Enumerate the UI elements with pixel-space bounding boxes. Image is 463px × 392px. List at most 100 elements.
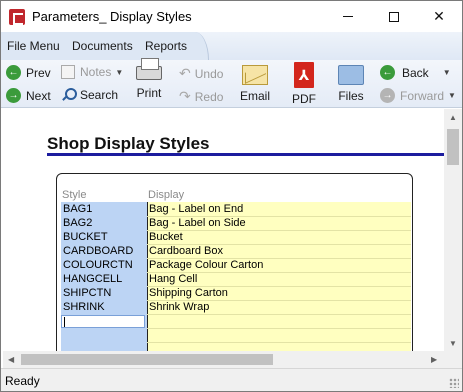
new-style-input[interactable] [61,315,145,328]
search-button[interactable]: Search [61,88,118,102]
resize-grip-icon[interactable] [449,378,459,388]
close-icon: ✕ [433,8,445,24]
horizontal-scroll-thumb[interactable] [21,354,273,365]
undo-label: Undo [194,66,224,81]
table-row[interactable]: SHIPCTN Shipping Carton [61,287,411,301]
report-view[interactable]: Shop Display Styles Style Display BAG1 Ba… [3,109,444,351]
undo-button[interactable]: ↶ Undo [179,65,223,82]
style-cell[interactable]: BAG2 [63,217,147,229]
back-label: Back [402,65,429,80]
style-column-header: Style [62,189,87,201]
row-separator [147,216,411,217]
display-cell[interactable]: Shipping Carton [149,287,409,299]
menu-documents[interactable]: Documents [72,39,133,53]
table-row[interactable]: BAG2 Bag - Label on Side [61,217,411,231]
redo-label: Redo [194,89,224,104]
scroll-corner [444,351,462,368]
title-underline [47,153,444,156]
toolbar: ← Prev → Next Notes ▼ Search Print ↶ Und… [1,58,462,108]
search-icon [61,88,77,102]
notes-button[interactable]: Notes ▼ [61,65,123,79]
app-window: Parameters_ Display Styles ✕ File Menu D… [0,0,463,392]
pdf-label: PDF [292,92,316,106]
row-separator [147,342,411,343]
display-column-header: Display [148,189,185,201]
display-cell[interactable]: Hang Cell [149,273,409,285]
printer-icon [136,58,162,80]
vertical-scrollbar[interactable]: ▲ ▼ [444,109,462,351]
email-label: Email [240,89,271,103]
print-label: Print [136,86,162,100]
window-title: Parameters_ Display Styles [32,9,192,24]
horizontal-scrollbar[interactable]: ◀ ▶ [3,351,444,368]
style-cell[interactable]: COLOURCTN [63,259,147,271]
maximize-button[interactable] [371,1,417,32]
display-cell[interactable]: Shrink Wrap [149,301,409,313]
minimize-button[interactable] [325,1,371,32]
row-separator [147,314,411,315]
notes-icon [61,65,75,79]
undo-icon: ↶ [179,65,191,81]
display-cell[interactable]: Bag - Label on End [149,203,409,215]
pdf-button[interactable]: ⅄ PDF [292,62,316,106]
forward-button[interactable]: → Forward ▼ [380,88,456,103]
table-row[interactable]: BUCKET Bucket [61,231,411,245]
chevron-down-icon: ▼ [115,67,124,77]
prev-label: Prev [26,65,51,80]
vertical-scroll-thumb[interactable] [447,129,459,165]
next-label: Next [26,88,51,103]
back-chevron-icon: ▼ [442,68,451,77]
row-separator [147,230,411,231]
table-row[interactable]: HANGCELL Hang Cell [61,273,411,287]
style-cell[interactable]: CARDBOARD [63,245,147,257]
style-cell[interactable]: HANGCELL [63,273,147,285]
menu-bar: File Menu Documents Reports [1,32,462,60]
scroll-left-icon[interactable]: ◀ [8,355,14,364]
search-label: Search [80,88,119,102]
status-bar: Ready [1,368,462,391]
report-title: Shop Display Styles [47,134,210,153]
display-cell[interactable]: Package Colour Carton [149,259,409,271]
files-button[interactable]: Files [338,62,364,103]
minimize-icon [343,16,353,17]
table-row[interactable]: COLOURCTN Package Colour Carton [61,259,411,273]
text-caret [64,317,65,327]
table-row[interactable]: CARDBOARD Cardboard Box [61,245,411,259]
scroll-down-icon[interactable]: ▼ [449,339,457,348]
row-separator [147,328,411,329]
files-label: Files [338,89,364,103]
scroll-up-icon[interactable]: ▲ [449,113,457,122]
style-cell[interactable]: SHIPCTN [63,287,147,299]
pdf-icon: ⅄ [294,62,314,88]
maximize-icon [389,11,399,22]
display-cell[interactable]: Cardboard Box [149,245,409,257]
table-row[interactable]: BAG1 Bag - Label on End [61,203,411,217]
next-button[interactable]: → Next [6,88,51,103]
style-cell[interactable]: BAG1 [63,203,147,215]
redo-button[interactable]: ↷ Redo [179,88,223,105]
style-cell[interactable]: BUCKET [63,231,147,243]
display-cell[interactable]: Bag - Label on Side [149,217,409,229]
back-arrow-icon: ← [380,65,395,80]
row-separator [147,258,411,259]
style-cell[interactable]: SHRINK [63,301,147,313]
row-separator [147,244,411,245]
folder-icon [338,65,364,85]
arrow-right-icon: → [6,88,21,103]
display-cell[interactable]: Bucket [149,231,409,243]
display-styles-table: Style Display BAG1 Bag - Label on End BAG2… [56,173,413,351]
close-button[interactable]: ✕ [416,1,462,32]
scroll-right-icon[interactable]: ▶ [431,355,437,364]
title-bar: Parameters_ Display Styles ✕ [1,1,462,32]
print-button[interactable]: Print [136,58,162,100]
menu-reports[interactable]: Reports [145,39,187,53]
notes-label: Notes [80,65,112,79]
arrow-left-icon: ← [6,65,21,80]
prev-button[interactable]: ← Prev [6,65,51,80]
status-text: Ready [5,374,40,388]
back-button[interactable]: ← Back ▼ [380,65,451,80]
menu-file[interactable]: File Menu [7,39,60,53]
table-row[interactable]: SHRINK Shrink Wrap [61,301,411,315]
email-button[interactable]: Email [240,62,270,103]
row-separator [147,286,411,287]
